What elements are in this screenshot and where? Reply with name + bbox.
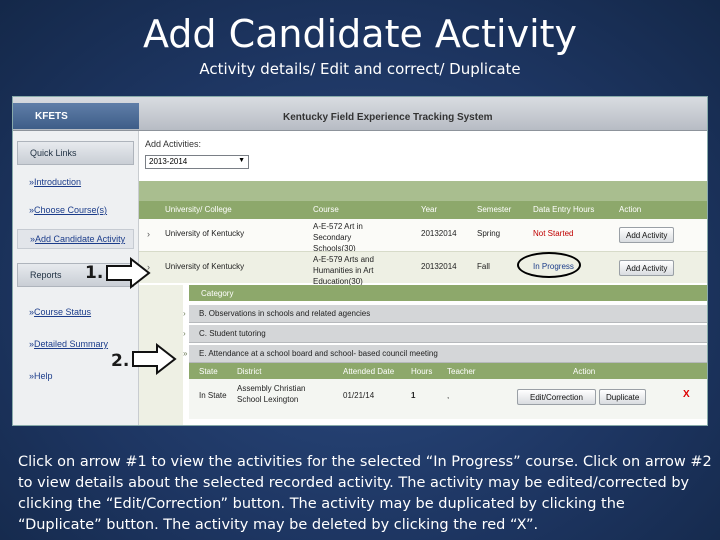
col-year: Year	[421, 205, 438, 214]
sidebar-item-choose-courses[interactable]: »Choose Course(s)	[13, 201, 138, 229]
add-activities-label: Add Activities:	[145, 139, 202, 149]
activity-row: In State Assembly Christian School Lexin…	[189, 379, 707, 419]
table-row: › University of Kentucky A-E-579 Arts an…	[139, 251, 707, 286]
sidebar-item-introduction[interactable]: »Introduction	[13, 173, 138, 201]
quick-links-heading: Quick Links	[17, 141, 134, 165]
col-course: Course	[313, 205, 339, 214]
table-row: › University of Kentucky A-E-572 Art in …	[139, 219, 707, 253]
sidebar-item-add-candidate-activity[interactable]: »Add Candidate Activity	[17, 229, 134, 249]
delete-icon[interactable]: X	[683, 389, 690, 400]
main-panel: Add Activities: 2013-2014 ▼ University/ …	[139, 131, 707, 425]
expand-chevron-icon[interactable]: »	[183, 349, 187, 358]
category-header: Category	[189, 285, 707, 301]
category-row[interactable]: » E. Attendance at a school board and sc…	[183, 345, 707, 363]
arrow-2-icon	[132, 343, 177, 375]
expand-chevron-icon[interactable]: ›	[183, 309, 186, 318]
edit-correction-button[interactable]: Edit/Correction	[517, 389, 596, 405]
arrow-1-label: 1.	[85, 263, 104, 283]
arrow-1-icon	[106, 257, 151, 289]
app-brand: KFETS	[13, 103, 139, 129]
duplicate-button[interactable]: Duplicate	[599, 389, 647, 405]
status-text: Not Started	[533, 229, 574, 238]
arrow-2-label: 2.	[111, 351, 130, 371]
col-university: University/ College	[165, 205, 232, 214]
toolbar-bar	[139, 181, 707, 201]
slide-title: Add Candidate Activity	[142, 12, 578, 56]
highlight-ring	[517, 252, 581, 278]
app-title: Kentucky Field Experience Tracking Syste…	[283, 112, 493, 123]
col-semester: Semester	[477, 205, 512, 214]
chevron-down-icon: ▼	[238, 157, 245, 164]
add-activity-button[interactable]: Add Activity	[619, 260, 675, 276]
slide-subtitle: Activity details/ Edit and correct/ Dupl…	[199, 60, 521, 78]
category-row[interactable]: › C. Student tutoring	[183, 325, 707, 343]
app-header: KFETS Kentucky Field Experience Tracking…	[13, 97, 707, 131]
col-data-entry-hours: Data Entry Hours	[533, 205, 595, 214]
app-screenshot: KFETS Kentucky Field Experience Tracking…	[12, 96, 708, 426]
activity-table-header: State District Attended Date Hours Teach…	[189, 363, 707, 379]
category-row[interactable]: › B. Observations in schools and related…	[183, 305, 707, 323]
expand-chevron-icon[interactable]: ›	[183, 329, 186, 338]
year-select[interactable]: 2013-2014 ▼	[145, 155, 249, 169]
slide-caption: Click on arrow #1 to view the activities…	[18, 454, 712, 533]
col-action: Action	[619, 205, 642, 214]
add-activity-button[interactable]: Add Activity	[619, 227, 675, 243]
course-table-header: University/ College Course Year Semester…	[139, 201, 707, 219]
sidebar-item-help[interactable]: »Help	[13, 367, 138, 395]
sidebar-item-course-status[interactable]: »Course Status	[13, 303, 138, 331]
expand-chevron-icon[interactable]: ›	[147, 229, 150, 239]
